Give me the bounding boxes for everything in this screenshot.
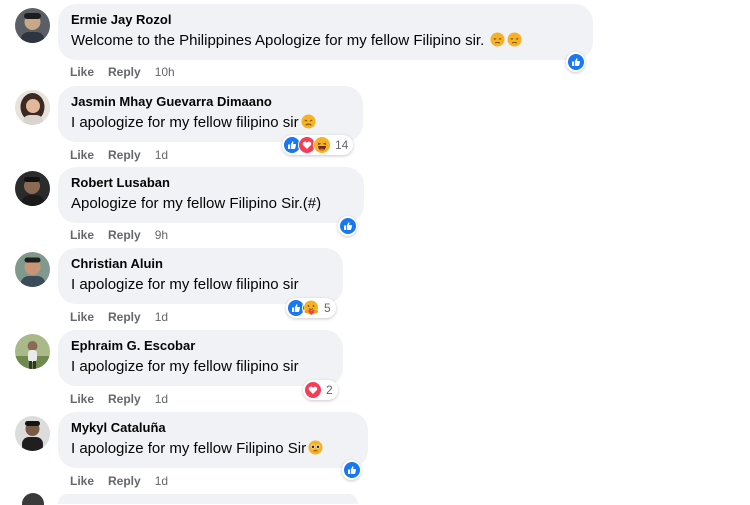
- care-reaction-icon: [302, 299, 320, 317]
- reply-button[interactable]: Reply: [108, 392, 141, 406]
- avatar[interactable]: [15, 334, 50, 369]
- reaction-summary[interactable]: 2: [303, 380, 338, 400]
- comment-timestamp[interactable]: 10h: [155, 65, 175, 79]
- like-button[interactable]: Like: [70, 65, 94, 79]
- comment-text-row: I apologize for my fellow filipino sir: [71, 113, 350, 133]
- comment-actions: Like Reply 1d: [70, 147, 168, 163]
- like-button[interactable]: Like: [70, 474, 94, 488]
- comment-actions: Like Reply 9h: [70, 227, 168, 243]
- comment-bubble: Robert Lusaban Apologize for my fellow F…: [58, 167, 364, 223]
- comment-actions: Like Reply 1d: [70, 391, 168, 407]
- like-button[interactable]: Like: [70, 148, 94, 162]
- comment-timestamp[interactable]: 1d: [155, 148, 168, 162]
- downcast-face-icon: [507, 32, 522, 47]
- reply-button[interactable]: Reply: [108, 310, 141, 324]
- pleading-face-icon: [308, 440, 323, 455]
- love-reaction-icon: [304, 381, 322, 399]
- comment-timestamp[interactable]: 1d: [155, 392, 168, 406]
- comment-text: I apologize for my fellow filipino sir: [71, 358, 299, 375]
- like-reaction-icon: [339, 217, 357, 235]
- downcast-face-icon: [490, 32, 505, 47]
- comment-actions: Like Reply 1d: [70, 309, 168, 325]
- like-button[interactable]: Like: [70, 310, 94, 324]
- like-reaction-icon: [343, 461, 361, 479]
- reply-button[interactable]: Reply: [108, 228, 141, 242]
- comment-actions: Like Reply 10h: [70, 64, 175, 80]
- reply-button[interactable]: Reply: [108, 148, 141, 162]
- reaction-summary[interactable]: 14: [282, 135, 354, 155]
- reaction-count: 14: [335, 138, 349, 152]
- comment-timestamp[interactable]: 1d: [155, 310, 168, 324]
- comment-author[interactable]: Ephraim G. Escobar: [71, 338, 330, 354]
- reaction-summary[interactable]: 5: [286, 298, 336, 318]
- reaction-summary[interactable]: [566, 52, 585, 72]
- reaction-count: 2: [326, 383, 333, 397]
- comment-bubble: Jasmin Mhay Guevarra Dimaano I apologize…: [58, 86, 363, 142]
- comment-text: I apologize for my fellow filipino sir: [71, 276, 299, 293]
- like-button[interactable]: Like: [70, 392, 94, 406]
- comment-author[interactable]: Jasmin Mhay Guevarra Dimaano: [71, 94, 350, 110]
- haha-reaction-icon: [313, 136, 331, 154]
- comment-bubble: Mykyl Cataluña I apologize for my fellow…: [58, 412, 368, 468]
- comment-text: Welcome to the Philippines Apologize for…: [71, 32, 489, 49]
- comment-actions: Like Reply 1d: [70, 473, 168, 489]
- comment-text: I apologize for my fellow Filipino Sir: [71, 440, 307, 457]
- reaction-summary[interactable]: [342, 460, 361, 480]
- comment-text-row: Welcome to the Philippines Apologize for…: [71, 31, 580, 51]
- avatar[interactable]: [15, 90, 50, 125]
- comment-text: I apologize for my fellow filipino sir: [71, 114, 299, 131]
- comment-bubble: Ephraim G. Escobar I apologize for my fe…: [58, 330, 343, 386]
- comment-timestamp[interactable]: 1d: [155, 474, 168, 488]
- comment-author[interactable]: Mykyl Cataluña: [71, 420, 355, 436]
- avatar[interactable]: [15, 171, 50, 206]
- reply-button[interactable]: Reply: [108, 474, 141, 488]
- comment-timestamp[interactable]: 9h: [155, 228, 168, 242]
- comment-author[interactable]: Christian Aluin: [71, 256, 330, 272]
- comment-bubble: Ermie Jay Rozol Welcome to the Philippin…: [58, 4, 593, 60]
- disappointed-face-icon: [301, 114, 316, 129]
- like-reaction-icon: [567, 53, 585, 71]
- avatar[interactable]: [15, 252, 50, 287]
- avatar[interactable]: [15, 8, 50, 43]
- like-button[interactable]: Like: [70, 228, 94, 242]
- reaction-count: 5: [324, 301, 331, 315]
- comment-author[interactable]: Ermie Jay Rozol: [71, 12, 580, 28]
- reply-button[interactable]: Reply: [108, 65, 141, 79]
- avatar[interactable]: [22, 493, 44, 505]
- avatar[interactable]: [15, 416, 50, 451]
- comment-text: Apologize for my fellow Filipino Sir.(#): [71, 195, 322, 212]
- comment-bubble: Christian Aluin I apologize for my fello…: [58, 248, 343, 304]
- comment-bubble: [58, 494, 358, 504]
- comment-author[interactable]: Robert Lusaban: [71, 175, 351, 191]
- reaction-summary[interactable]: [338, 216, 357, 236]
- comment-text-row: I apologize for my fellow Filipino Sir: [71, 439, 355, 459]
